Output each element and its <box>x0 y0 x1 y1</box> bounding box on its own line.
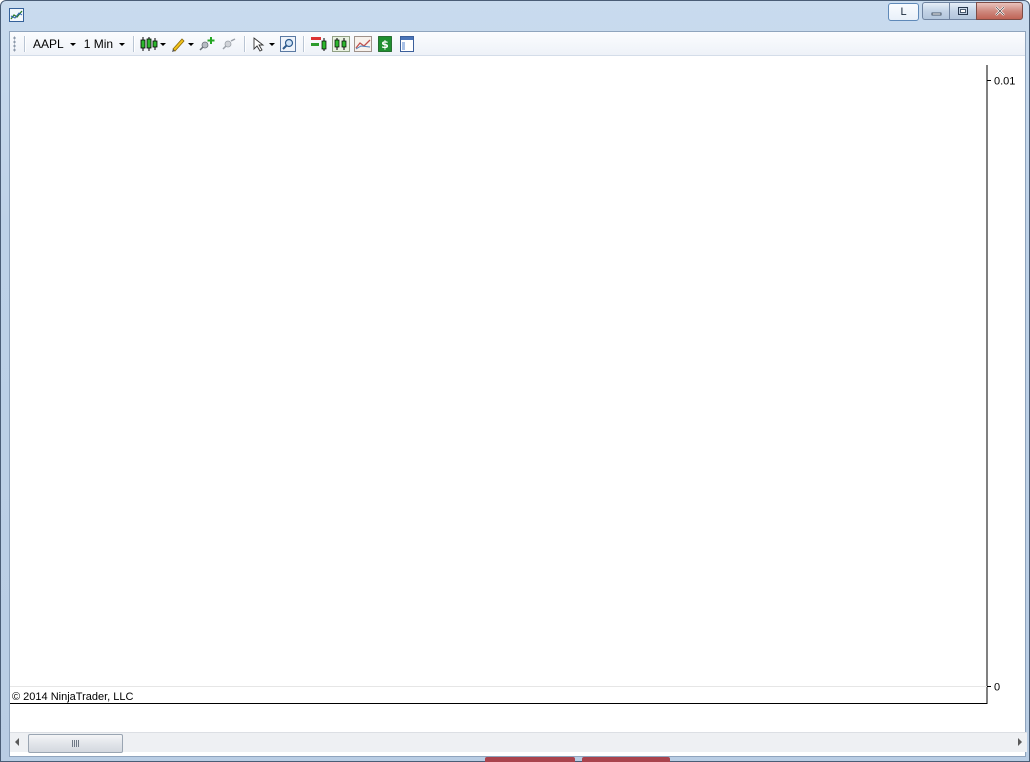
price-tick-label: 0.01 <box>994 76 1015 88</box>
strategies-icon <box>332 35 350 52</box>
data-series-button[interactable] <box>353 34 373 54</box>
svg-text:$: $ <box>381 38 389 51</box>
chevron-down-icon <box>269 43 276 46</box>
price-tick-label: 0 <box>994 682 1000 694</box>
toolbar-separator <box>244 35 246 52</box>
chart-window: L AAPL 1 Min $ 0.01 0 © 2014 NinjaTrader… <box>0 0 1030 762</box>
minimize-button[interactable] <box>922 2 949 20</box>
interval-label: 1 Min <box>83 36 114 51</box>
indicators-icon <box>311 36 327 51</box>
remove-indicator-button[interactable] <box>219 34 239 54</box>
properties-icon <box>400 35 415 52</box>
chart-toolbar: AAPL 1 Min $ <box>10 32 1025 56</box>
close-button[interactable] <box>976 2 1023 20</box>
copyright-label: © 2014 NinjaTrader, LLC <box>12 691 134 703</box>
instrument-selector[interactable]: AAPL <box>29 34 80 54</box>
performance-icon: $ <box>378 35 392 52</box>
minimize-icon <box>931 12 941 15</box>
taskbar-button[interactable] <box>582 757 670 762</box>
close-icon <box>994 6 1005 16</box>
performance-button[interactable]: $ <box>375 34 395 54</box>
grip-icon <box>72 740 79 747</box>
drawing-tools-icon <box>172 37 185 52</box>
toolbar-separator <box>24 35 25 52</box>
strategies-button[interactable] <box>331 34 351 54</box>
horizontal-scrollbar[interactable] <box>10 732 1027 753</box>
interval-selector[interactable]: 1 Min <box>80 34 129 54</box>
add-indicator-icon <box>199 36 215 51</box>
title-bar[interactable]: L <box>1 1 1029 31</box>
taskbar-button[interactable] <box>485 757 575 762</box>
data-series-icon <box>354 35 372 52</box>
link-button[interactable]: L <box>888 3 919 21</box>
chart-window-icon[interactable] <box>9 8 24 22</box>
drawing-tools-button[interactable] <box>170 36 195 52</box>
restore-icon <box>958 7 968 15</box>
chart-style-icon <box>140 36 158 51</box>
pointer-icon <box>253 36 265 52</box>
toolbar-separator <box>133 35 135 52</box>
scroll-left-icon[interactable] <box>15 738 19 746</box>
indicators-button[interactable] <box>309 34 329 54</box>
price-chart[interactable]: 0.01 0 © 2014 NinjaTrader, LLC <box>10 57 1027 704</box>
add-indicator-button[interactable] <box>197 34 217 54</box>
restore-button[interactable] <box>949 2 976 20</box>
chart-plot[interactable]: 0.01 0 <box>10 57 1027 704</box>
chevron-down-icon <box>119 43 126 46</box>
chevron-down-icon <box>188 43 195 46</box>
chart-client-area: AAPL 1 Min $ 0.01 0 © 2014 NinjaTrader, … <box>9 31 1027 757</box>
remove-indicator-icon <box>222 37 236 50</box>
zoom-icon <box>280 35 297 52</box>
zoom-button[interactable] <box>278 34 298 54</box>
scrollbar-thumb[interactable] <box>28 734 123 753</box>
caption-buttons: L <box>888 2 1023 21</box>
toolbar-separator <box>303 35 305 52</box>
properties-button[interactable] <box>397 34 417 54</box>
scroll-right-icon[interactable] <box>1018 738 1022 746</box>
chart-style-button[interactable] <box>140 36 167 52</box>
instrument-label: AAPL <box>33 36 64 51</box>
toolbar-grip[interactable] <box>13 35 16 52</box>
chevron-down-icon <box>160 43 167 46</box>
pointer-button[interactable] <box>251 36 276 52</box>
chevron-down-icon <box>69 43 76 46</box>
